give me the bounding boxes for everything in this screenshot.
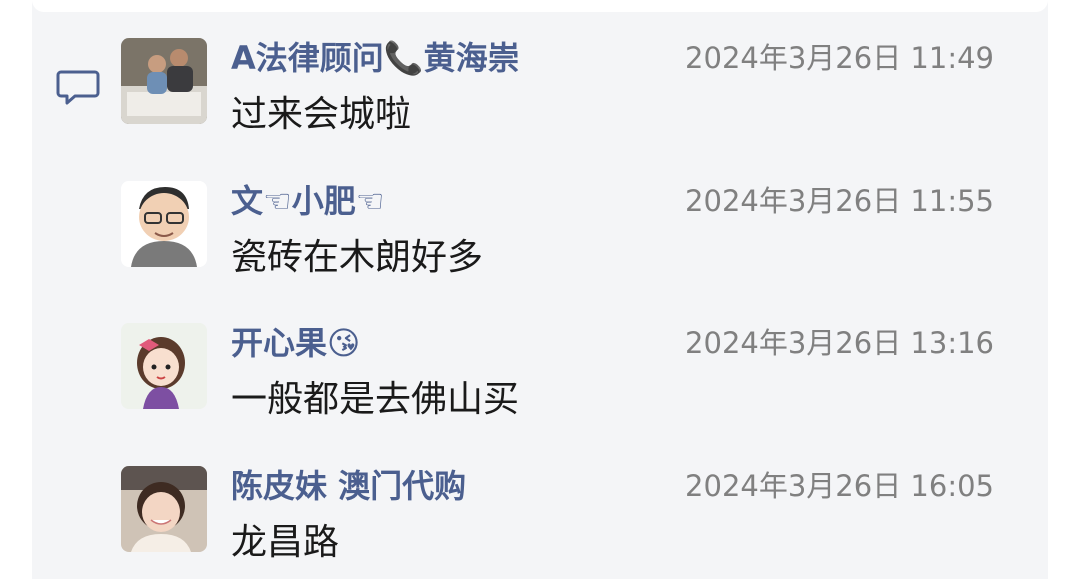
avatar[interactable]: [121, 323, 207, 409]
cartoon-avatar-icon: [121, 323, 207, 409]
comment-item[interactable]: 陈皮妹 澳门代购 2024年3月26日 16:05 龙昌路: [121, 466, 1001, 566]
timestamp: 2024年3月26日 11:49: [685, 41, 994, 75]
comment-text: 龙昌路: [231, 522, 340, 563]
comment-text: 瓷砖在木朗好多: [231, 237, 484, 278]
comment-item[interactable]: A法律顾问📞黄海崇 2024年3月26日 11:49 过来会城啦: [121, 38, 1001, 138]
sender-name[interactable]: 陈皮妹 澳门代购: [231, 468, 466, 504]
avatar[interactable]: [121, 466, 207, 552]
comment-bubble-icon: [56, 70, 100, 105]
sender-name[interactable]: 开心果😘: [231, 325, 360, 361]
comment-item[interactable]: 开心果😘 2024年3月26日 13:16 一般都是去佛山买: [121, 323, 1001, 423]
cartoon-avatar-icon: [121, 181, 207, 267]
post-card-edge: [32, 0, 1048, 12]
sender-name[interactable]: 文☜小肥☜: [231, 183, 384, 219]
avatar[interactable]: [121, 38, 207, 124]
comment-text: 过来会城啦: [231, 94, 412, 135]
photo-avatar-icon: [121, 466, 207, 552]
timestamp: 2024年3月26日 13:16: [685, 326, 994, 360]
comment-item[interactable]: 文☜小肥☜ 2024年3月26日 11:55 瓷砖在木朗好多: [121, 181, 1001, 281]
photo-avatar-icon: [121, 38, 207, 124]
comment-text: 一般都是去佛山买: [231, 379, 520, 420]
timestamp: 2024年3月26日 11:55: [685, 184, 994, 218]
timestamp: 2024年3月26日 16:05: [685, 469, 994, 503]
avatar[interactable]: [121, 181, 207, 267]
sender-name[interactable]: A法律顾问📞黄海崇: [231, 40, 520, 76]
